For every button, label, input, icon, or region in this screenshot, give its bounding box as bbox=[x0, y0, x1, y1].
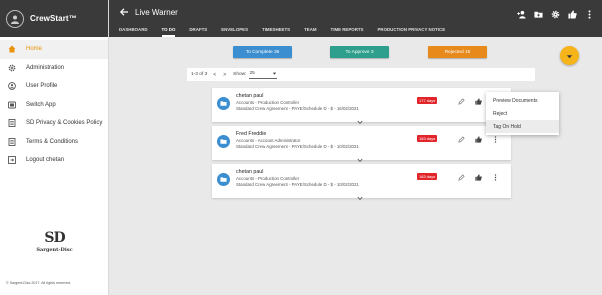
sidebar-nav: Home Administration User Profile Switch … bbox=[0, 37, 108, 170]
logo-mark: SD bbox=[44, 230, 65, 246]
title-row: Live Warner bbox=[119, 7, 178, 17]
sidebar-item-label: Home bbox=[26, 46, 43, 53]
chevron-down-icon[interactable] bbox=[357, 112, 363, 125]
edit-icon[interactable] bbox=[457, 97, 465, 105]
pagination-bar: 1-3 of 3 < > Show: 25 bbox=[187, 68, 535, 81]
top-icons bbox=[509, 9, 594, 19]
chevron-down-icon[interactable] bbox=[357, 150, 363, 163]
folder-icon bbox=[217, 97, 230, 110]
folder-icon bbox=[217, 135, 230, 148]
sidebar-item-label: Logout chetan bbox=[26, 157, 65, 164]
task-card[interactable]: chetan paul Accounts - Production Contro… bbox=[212, 164, 511, 201]
page-title: Live Warner bbox=[135, 7, 178, 17]
sidebar-item-administration[interactable]: Administration bbox=[0, 59, 108, 78]
sidebar-item-terms[interactable]: Terms & Conditions bbox=[0, 133, 108, 152]
logout-icon bbox=[7, 155, 17, 165]
thumbs-up-icon[interactable] bbox=[474, 97, 482, 105]
sidebar: CrewStart™ Home Administration User Prof… bbox=[0, 0, 109, 295]
prev-page-button[interactable]: < bbox=[213, 72, 216, 78]
crew-role: Accounts - Account Administrator bbox=[236, 138, 301, 143]
more-vertical-icon[interactable] bbox=[491, 173, 499, 181]
days-badge: 183 days bbox=[417, 135, 438, 142]
tab-bar: DASHBOARD TO DO DRAFTS ENVELOPES TIMESHE… bbox=[119, 27, 459, 37]
page-size-select[interactable]: 25 bbox=[249, 70, 278, 79]
menu-item-tag-on-hold[interactable]: Tag On Hold bbox=[486, 120, 559, 133]
next-page-button[interactable]: > bbox=[223, 72, 226, 78]
sidebar-item-label: Terms & Conditions bbox=[26, 138, 79, 145]
rejected-button[interactable]: Rejected 15 bbox=[428, 46, 487, 58]
folder-icon[interactable] bbox=[533, 9, 543, 19]
page-size-value: 25 bbox=[249, 70, 255, 76]
sidebar-item-logout[interactable]: Logout chetan bbox=[0, 151, 108, 170]
crew-name: chetan paul bbox=[236, 93, 264, 99]
chevron-down-icon[interactable] bbox=[357, 188, 363, 201]
more-vertical-icon[interactable] bbox=[584, 9, 594, 19]
add-user-icon[interactable] bbox=[516, 9, 526, 19]
edit-icon[interactable] bbox=[457, 135, 465, 143]
menu-item-preview-documents[interactable]: Preview Documents bbox=[486, 94, 559, 107]
thumbs-up-icon[interactable] bbox=[567, 9, 577, 19]
more-vertical-icon[interactable] bbox=[491, 135, 499, 143]
caret-down-icon bbox=[566, 47, 573, 65]
task-card[interactable]: Fred Freddie Accounts - Account Administ… bbox=[212, 126, 511, 163]
show-label: Show: bbox=[233, 72, 247, 77]
days-badge: 177 days bbox=[417, 97, 438, 104]
crew-name: Fred Freddie bbox=[236, 131, 267, 137]
sidebar-item-home[interactable]: Home bbox=[0, 40, 108, 59]
tab-team[interactable]: TEAM bbox=[304, 27, 316, 37]
sidebar-item-privacy-policy[interactable]: SD Privacy & Cookies Policy bbox=[0, 114, 108, 133]
sargent-disc-logo: SD Sargent-Disc bbox=[0, 230, 109, 253]
menu-item-reject[interactable]: Reject bbox=[486, 107, 559, 120]
gear-icon[interactable] bbox=[550, 9, 560, 19]
sidebar-item-user-profile[interactable]: User Profile bbox=[0, 77, 108, 96]
switch-icon bbox=[7, 100, 17, 110]
agreement-text: Standard Crew Agreement - PAYE/Schedule … bbox=[236, 182, 359, 187]
top-bar: Live Warner DASHBOARD TO DO DRAFTS ENVEL… bbox=[109, 0, 602, 37]
days-badge: 183 days bbox=[417, 173, 438, 180]
tab-timesheets[interactable]: TIMESHEETS bbox=[262, 27, 290, 37]
caret-down-icon bbox=[272, 71, 277, 78]
document-icon bbox=[7, 118, 17, 128]
document-icon bbox=[7, 137, 17, 147]
sidebar-item-label: User Profile bbox=[26, 83, 58, 90]
tab-drafts[interactable]: DRAFTS bbox=[189, 27, 207, 37]
to-approve-button[interactable]: To Approve 3 bbox=[330, 46, 389, 58]
tab-time-reports[interactable]: TIME REPORTS bbox=[331, 27, 364, 37]
crew-role: Accounts - Production Controller bbox=[236, 176, 300, 181]
sidebar-item-switch-app[interactable]: Switch App bbox=[0, 96, 108, 115]
thumbs-up-icon[interactable] bbox=[474, 135, 482, 143]
edit-icon[interactable] bbox=[457, 173, 465, 181]
crew-logo-icon[interactable] bbox=[6, 9, 24, 28]
gear-icon bbox=[7, 63, 17, 73]
task-card[interactable]: chetan paul Accounts - Production Contro… bbox=[212, 88, 511, 125]
sidebar-item-label: SD Privacy & Cookies Policy bbox=[26, 120, 103, 127]
crew-role: Accounts - Production Controller bbox=[236, 100, 300, 105]
crew-name: chetan paul bbox=[236, 169, 264, 175]
back-arrow-icon[interactable] bbox=[119, 7, 129, 17]
page-range: 1-3 of 3 bbox=[191, 72, 208, 77]
tab-dashboard[interactable]: DASHBOARD bbox=[119, 27, 148, 37]
filter-fab-button[interactable] bbox=[560, 46, 579, 65]
tab-to-do[interactable]: TO DO bbox=[161, 27, 175, 37]
sidebar-item-label: Administration bbox=[26, 64, 65, 71]
folder-icon bbox=[217, 173, 230, 186]
sidebar-item-label: Switch App bbox=[26, 101, 56, 108]
agreement-text: Standard Crew Agreement - PAYE/Schedule … bbox=[236, 106, 359, 111]
app-name: CrewStart™ bbox=[30, 14, 77, 23]
thumbs-up-icon[interactable] bbox=[474, 173, 482, 181]
logo-name: Sargent-Disc bbox=[36, 247, 73, 253]
tab-production-privacy-notice[interactable]: PRODUCTION PRIVACY NOTICE bbox=[377, 27, 445, 37]
to-complete-button[interactable]: To Complete 36 bbox=[233, 46, 292, 58]
tab-envelopes[interactable]: ENVELOPES bbox=[221, 27, 248, 37]
agreement-text: Standard Crew Agreement - PAYE/Schedule … bbox=[236, 144, 359, 149]
brand-bar: CrewStart™ bbox=[0, 0, 108, 37]
copyright: © Sargent-Disc 2017. All rights reserved… bbox=[6, 281, 71, 285]
context-menu: Preview Documents Reject Tag On Hold bbox=[486, 92, 559, 135]
home-icon bbox=[7, 44, 17, 54]
user-icon bbox=[7, 81, 17, 91]
